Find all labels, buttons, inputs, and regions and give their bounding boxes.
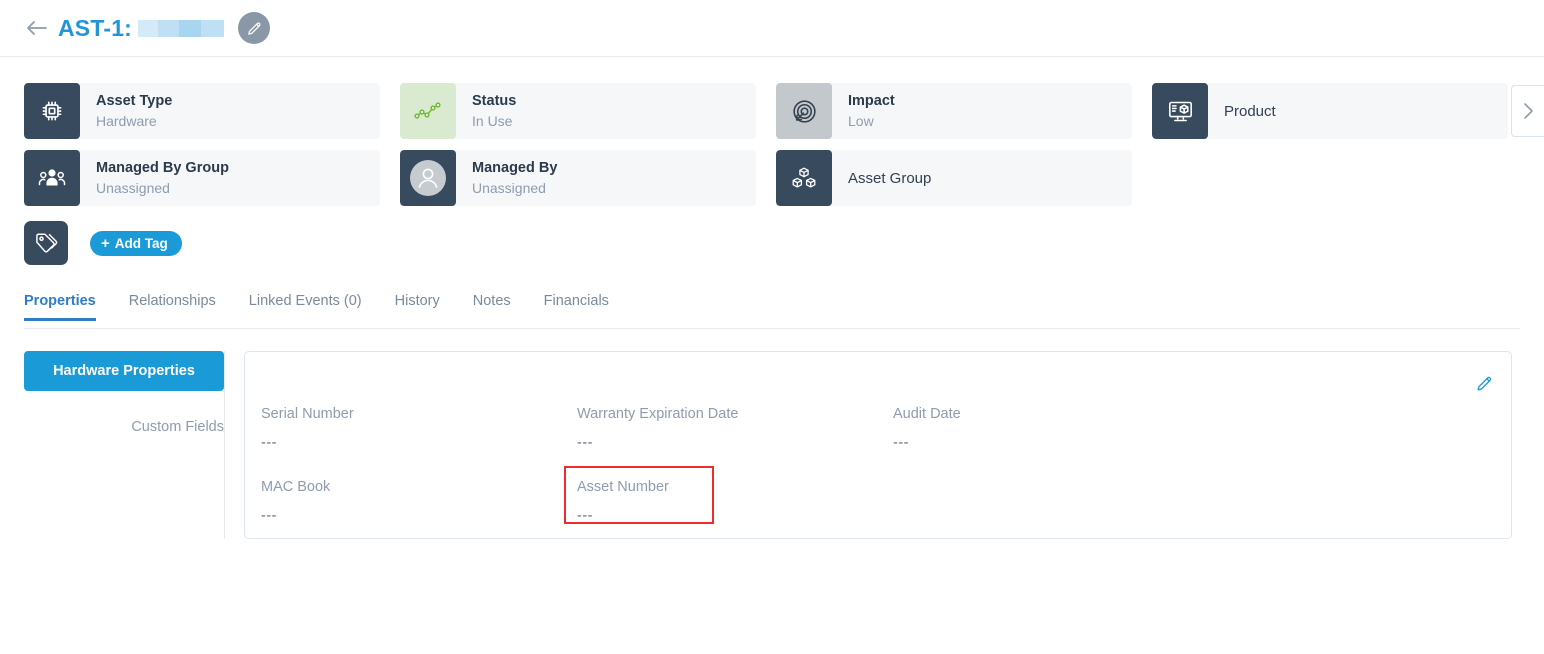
field-warranty-expiration-date: Warranty Expiration Date --- <box>577 404 893 453</box>
field-label: Warranty Expiration Date <box>577 406 739 422</box>
field-value: --- <box>893 435 909 451</box>
subnav-hardware-properties[interactable]: Hardware Properties <box>24 351 224 391</box>
card-impact[interactable]: Impact Low <box>776 83 1132 139</box>
card-row-1: Asset Type Hardware Status In Use Impact… <box>24 83 1520 139</box>
plus-icon: + <box>101 234 110 252</box>
tab-relationships[interactable]: Relationships <box>129 293 233 320</box>
field-label: Serial Number <box>261 406 354 422</box>
subnav-divider <box>224 351 225 539</box>
card-body: Managed By Unassigned <box>456 150 756 206</box>
field-value: --- <box>261 435 277 451</box>
hardware-properties-panel: Serial Number --- Warranty Expiration Da… <box>244 351 1512 539</box>
tab-bar: Properties Relationships Linked Events (… <box>24 293 1520 329</box>
card-title: Managed By Group <box>96 159 229 176</box>
tab-properties[interactable]: Properties <box>24 293 113 321</box>
people-group-icon <box>24 150 80 206</box>
card-title: Managed By <box>472 159 558 176</box>
tags-row: + Add Tag <box>24 221 182 265</box>
cards-scroll-next-button[interactable] <box>1511 85 1544 137</box>
pencil-icon <box>246 20 263 37</box>
card-body: Status In Use <box>456 83 756 139</box>
field-value: --- <box>577 508 593 524</box>
properties-subnav: Hardware Properties Custom Fields <box>24 351 224 447</box>
card-product[interactable]: Product <box>1152 83 1508 139</box>
property-fields: Serial Number --- Warranty Expiration Da… <box>261 404 1495 526</box>
card-body: Managed By Group Unassigned <box>80 150 380 206</box>
page-header: AST-1: <box>0 0 1544 57</box>
target-arrow-icon <box>776 83 832 139</box>
card-asset-type[interactable]: Asset Type Hardware <box>24 83 380 139</box>
card-body: Asset Type Hardware <box>80 83 380 139</box>
field-audit-date: Audit Date --- <box>893 404 1209 453</box>
card-title: Product <box>1224 102 1276 120</box>
field-value: --- <box>261 508 277 524</box>
add-tag-button[interactable]: + Add Tag <box>90 230 182 256</box>
card-managed-by-group[interactable]: Managed By Group Unassigned <box>24 150 380 206</box>
add-tag-label: Add Tag <box>114 235 168 251</box>
tab-history[interactable]: History <box>395 293 457 320</box>
card-subtitle: Hardware <box>96 112 157 129</box>
card-body: Asset Group <box>832 150 1132 206</box>
asset-detail-page: AST-1: Asset Type Hardware Status In Use… <box>0 0 1544 654</box>
field-row-1: Serial Number --- Warranty Expiration Da… <box>261 404 1495 453</box>
card-row-2: Managed By Group Unassigned Managed By U… <box>24 150 1520 206</box>
edit-properties-button[interactable] <box>1473 372 1495 394</box>
back-arrow-icon[interactable] <box>24 15 50 41</box>
field-label: Audit Date <box>893 406 961 422</box>
tab-notes[interactable]: Notes <box>473 293 528 320</box>
card-title: Status <box>472 92 517 109</box>
card-subtitle: Unassigned <box>96 179 170 196</box>
card-subtitle: In Use <box>472 112 513 129</box>
card-title: Asset Group <box>848 169 932 187</box>
subnav-custom-fields[interactable]: Custom Fields <box>24 407 224 447</box>
edit-title-button[interactable] <box>238 12 271 44</box>
asset-summary-cards: Asset Type Hardware Status In Use Impact… <box>24 83 1520 217</box>
user-avatar-icon <box>400 150 456 206</box>
pencil-icon <box>1475 374 1494 393</box>
field-row-2: MAC Book --- Asset Number --- <box>261 466 1495 526</box>
card-managed-by[interactable]: Managed By Unassigned <box>400 150 756 206</box>
monitor-product-icon <box>1152 83 1208 139</box>
tab-financials[interactable]: Financials <box>544 293 626 320</box>
card-title: Impact <box>848 92 895 109</box>
trend-chart-icon <box>400 83 456 139</box>
field-serial-number: Serial Number --- <box>261 404 577 453</box>
chip-icon <box>24 83 80 139</box>
field-label: Asset Number <box>577 479 669 495</box>
field-asset-number: Asset Number --- <box>564 466 714 524</box>
card-title: Asset Type <box>96 92 173 109</box>
card-subtitle: Unassigned <box>472 179 546 196</box>
redacted-title-block <box>138 19 225 37</box>
field-label: MAC Book <box>261 479 331 495</box>
tags-icon <box>24 221 68 265</box>
card-subtitle: Low <box>848 112 874 129</box>
card-status[interactable]: Status In Use <box>400 83 756 139</box>
boxes-icon <box>776 150 832 206</box>
field-value: --- <box>577 435 593 451</box>
card-body: Impact Low <box>832 83 1132 139</box>
card-body: Product <box>1208 83 1508 139</box>
tab-linked-events[interactable]: Linked Events (0) <box>249 293 379 320</box>
card-asset-group[interactable]: Asset Group <box>776 150 1132 206</box>
page-title: AST-1: <box>58 14 133 41</box>
field-row-spacer <box>712 477 1028 526</box>
field-mac-book: MAC Book --- <box>261 477 577 526</box>
chevron-right-icon <box>1522 102 1534 120</box>
